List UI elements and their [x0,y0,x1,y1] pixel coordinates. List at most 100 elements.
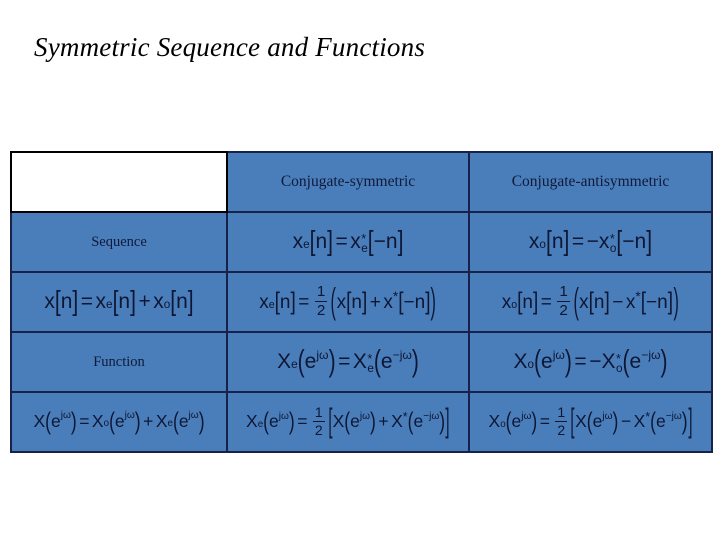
fraction-one-half: 12 [314,284,328,319]
eq-token: = [571,230,585,253]
eq-token: ( [586,406,593,436]
eq-token: [ [274,288,280,316]
eq-token: x [153,290,164,313]
eq-token: X [391,411,403,432]
eq-token: ) [70,405,77,435]
eq-token: ] [72,286,79,317]
row-label-cell-function: Function [10,331,228,393]
eq-token: [ [616,226,623,257]
header-cell-conjugate-symmetric: Conjugate-symmetric [226,151,470,213]
eq-token: ( [172,405,179,435]
equation-cell-function-antisymmetric: Xo(e jω) = − X * o(e −jω) [468,331,713,393]
table-header-row: Conjugate-symmetric Conjugate-antisymmet… [10,151,713,213]
eq-token: [ [588,288,594,316]
eq-token: X [277,350,292,373]
eq-token: = [574,350,587,373]
eq-token: ] [532,288,539,316]
eq-token: [ [517,288,523,316]
eq-token: [ [398,288,404,316]
header-label-conjugate-antisymmetric: Conjugate-antisymmetric [511,173,670,190]
eq-token: X [575,411,587,432]
eq-token: ] [290,288,296,316]
eq-token: − [612,291,624,313]
eq-token: − [392,348,400,363]
header-label-conjugate-symmetric: Conjugate-symmetric [280,173,416,190]
eq-token: X [155,410,168,431]
eq-token: − [622,230,635,253]
eq-token: ) [439,406,446,436]
eq-token: x [579,291,589,313]
equation-cell-sequence-decomposition: x[n] = x e[n] + x o[n] [10,271,228,333]
eq-token: e [511,411,522,432]
eq-token: ω [604,410,613,422]
eq-token: ] [445,401,450,440]
row-label-function: Function [93,354,145,370]
eq-token: n [551,230,564,253]
eq-token: x [528,230,540,253]
eq-token: = [540,291,552,313]
eq-token: ω [190,409,199,421]
equation-X-decomposition: X(e jω) = Xo(e jω) + Xe(e jω) [33,405,205,435]
eq-token: ] [397,226,404,257]
eq-token: = [539,411,550,432]
eq-token: ) [660,344,668,379]
eq-token: x [598,230,610,253]
eq-token: ) [328,344,336,379]
eq-token: ] [187,286,194,317]
eq-token: x [44,290,55,313]
eq-token: n [176,290,188,313]
fraction-denominator: 2 [314,422,323,439]
equation-xo-half-difference: x o[n] = 1 2(x[n] − x *[− n]) [501,282,679,322]
eq-token: ( [373,344,381,379]
eq-token: e [380,350,393,373]
eq-token: ω [555,348,565,363]
fraction-numerator: 1 [314,404,323,421]
eq-token: ) [198,405,205,435]
eq-token: x [292,230,304,253]
eq-token: X [352,350,367,373]
eq-token: ( [534,344,541,379]
eq-token: e [178,410,189,431]
eq-token: x [95,290,107,313]
eq-token: X [601,350,616,373]
eq-token: ( [297,344,305,379]
eq-token: ( [505,406,512,436]
eq-token: + [378,411,389,432]
header-cell-conjugate-antisymmetric: Conjugate-antisymmetric [468,151,713,213]
eq-token: ] [327,226,333,257]
eq-token: n [118,290,131,313]
eq-token: ( [407,406,414,436]
eq-token: e [50,410,61,431]
eq-token: − [586,230,599,253]
equation-xe-half-sum: x e[n] = 1 2(x[n] + x *[− n]) [259,282,437,322]
eq-token: ) [673,282,679,322]
eq-token: ) [134,405,141,435]
page-title: Symmetric Sequence and Functions [34,32,426,62]
row-label-sequence: Sequence [91,234,147,250]
equation-Xe-half-sum: Xe(e jω) = 1 2[X(e jω) + X *(e −jω)] [246,401,450,440]
eq-token: ] [687,401,693,440]
eq-token: e [304,350,317,373]
eq-token: ) [288,406,295,436]
eq-token: [ [570,401,575,440]
eq-token: e [629,350,642,373]
eq-token: ] [362,288,368,316]
eq-token: − [589,350,602,373]
equation-cell-Xe-half: Xe(e jω) = 1 2[X(e jω) + X *(e −jω)] [226,391,470,453]
eq-token: e [268,411,279,432]
equation-cell-sequence-antisymmetric: x o[n] = − x * o[− n] [468,211,713,273]
eq-token: [ [640,288,646,316]
eq-token: ( [622,344,630,379]
eq-token: X [91,410,104,431]
eq-token: e [413,411,424,432]
eq-token: = [297,411,308,432]
equation-Xo-half-difference: Xo(e jω) = 1 2[X(e jω) − X *(e −jω)] [488,401,693,440]
eq-token: [ [346,288,352,316]
table-row-function-decomposition: X(e jω) = Xo(e jω) + Xe(e jω) Xe(e jω) = 1 2[X(e jω)… [10,391,713,453]
eq-token: ] [563,226,570,257]
eq-token: ( [45,405,51,435]
equation-cell-function-decomposition: X(e jω) = Xo(e jω) + Xe(e jω) [10,391,228,453]
eq-token: ω [362,410,370,422]
eq-token: ( [344,406,351,436]
eq-token: ) [411,344,419,379]
